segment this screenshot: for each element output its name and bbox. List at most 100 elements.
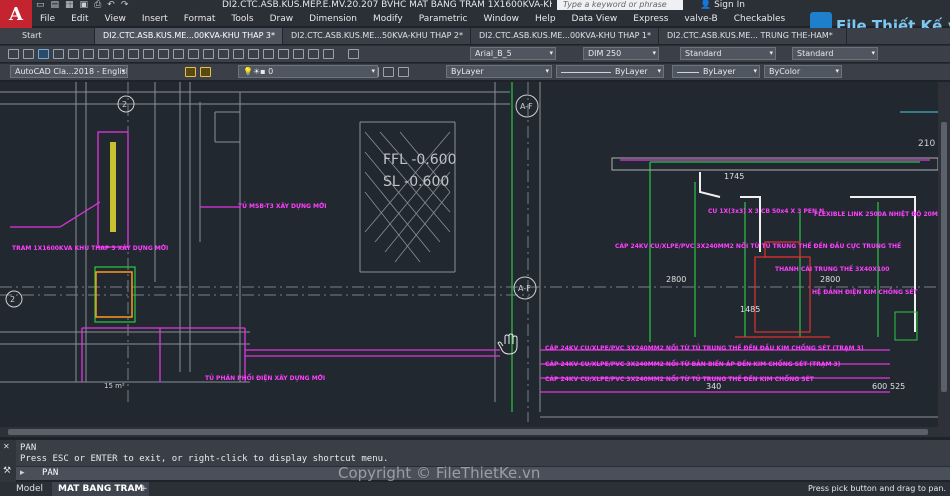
new-icon[interactable]: ▭ <box>36 0 45 10</box>
design-center-icon[interactable] <box>248 49 259 59</box>
dimension-text: 1745 2800 2800 1485 340 600 525 <box>666 172 905 391</box>
chevron-down-icon: ▾ <box>652 49 656 57</box>
multileader-style-select[interactable]: Standard ▾ <box>792 47 878 60</box>
undo-icon[interactable]: ↶ <box>107 0 115 10</box>
tab-doc-thap2[interactable]: DI2.CTC.ASB.KUS.ME...50KVA-KHU THAP 2* <box>283 28 471 44</box>
print-icon[interactable]: ⎙ <box>94 0 101 10</box>
text-style-select[interactable]: Arial_B_5 ▾ <box>470 47 556 60</box>
menu-tools[interactable]: Tools <box>223 14 261 24</box>
chevron-down-icon: ▾ <box>371 67 375 75</box>
svg-text:CÁP 24KV CU/XLPE/PVC 3X240MM2: CÁP 24KV CU/XLPE/PVC 3X240MM2 NỐI TỪ TỦ … <box>545 375 815 383</box>
tab-doc-thap3[interactable]: DI2.CTC.ASB.KUS.ME...00KVA-KHU THAP 3* <box>95 28 283 44</box>
save-icon[interactable]: ▦ <box>65 0 74 10</box>
svg-text:2: 2 <box>122 100 127 109</box>
scroll-thumb[interactable] <box>8 429 928 435</box>
workspace-select[interactable]: AutoCAD Cla...2018 - English ▾ <box>10 65 128 78</box>
grid-bubble: 210 <box>918 139 935 149</box>
menu-valve-b[interactable]: valve-B <box>676 14 725 24</box>
drawing-canvas[interactable]: FFL -0.600 SL -0.600 A-F A-F 2 2 210 174… <box>0 82 938 427</box>
paste-icon[interactable] <box>113 49 124 59</box>
redo-icon[interactable] <box>158 49 169 59</box>
zoom-realtime-icon[interactable] <box>188 49 199 59</box>
layer-iso-icon[interactable] <box>383 67 394 77</box>
menu-parametric[interactable]: Parametric <box>411 14 476 24</box>
level-ffl: FFL -0.600 <box>383 152 457 168</box>
cable-routing <box>10 131 930 393</box>
user-icon: 👤 <box>700 0 712 10</box>
open-icon[interactable] <box>23 49 34 59</box>
chevron-down-icon: ▾ <box>871 49 875 57</box>
menu-dimension[interactable]: Dimension <box>301 14 365 24</box>
help-icon[interactable] <box>323 49 334 59</box>
layer-match-icon[interactable] <box>398 67 409 77</box>
lineweight-select[interactable]: ByLayer ▾ <box>672 65 760 78</box>
match-properties-icon[interactable] <box>128 49 139 59</box>
dim-style-select[interactable]: DIM 250 ▾ <box>583 47 659 60</box>
tab-doc-ham[interactable]: DI2.CTC.ASB.KUS.ME... TRUNG THE-HAM* <box>659 28 847 44</box>
copy-icon[interactable] <box>98 49 109 59</box>
cut-icon[interactable] <box>83 49 94 59</box>
menu-checkables[interactable]: Checkables <box>726 14 793 24</box>
svg-text:FLEXIBLE LINK 2500A NHIỆT ĐỘ 2: FLEXIBLE LINK 2500A NHIỆT ĐỘ 20MA <box>814 210 938 218</box>
open-icon[interactable]: ▤ <box>51 0 60 10</box>
linetype-select[interactable]: ByLayer ▾ <box>556 65 664 78</box>
command-window-handle[interactable]: ✕ ⚒ <box>0 440 16 482</box>
zoom-window-icon[interactable] <box>203 49 214 59</box>
saveas-icon[interactable]: ▣ <box>80 0 89 10</box>
menu-insert[interactable]: Insert <box>134 14 176 24</box>
chevron-down-icon: ▾ <box>753 67 757 75</box>
print-icon[interactable] <box>53 49 64 59</box>
chevron-down-icon: ▾ <box>835 67 839 75</box>
close-icon[interactable]: ✕ <box>3 442 10 451</box>
tool-palettes-icon[interactable] <box>263 49 274 59</box>
tab-model[interactable]: Model <box>10 482 49 496</box>
layer-select[interactable]: 💡☀▪ 0 ▾ <box>238 65 378 78</box>
add-layout-button[interactable]: + <box>134 482 154 496</box>
tab-doc-thap1[interactable]: DI2.CTC.ASB.KUS.ME...00KVA-KHU THAP 1* <box>471 28 659 44</box>
save-icon[interactable] <box>38 49 49 59</box>
pan-icon[interactable] <box>173 49 184 59</box>
plotstyle-select[interactable]: ByColor ▾ <box>764 65 842 78</box>
menu-format[interactable]: Format <box>176 14 224 24</box>
layer-state-icon[interactable] <box>200 67 211 77</box>
pan-cursor-icon <box>497 333 518 355</box>
zoom-previous-icon[interactable] <box>218 49 229 59</box>
new-icon[interactable] <box>8 49 19 59</box>
svg-text:600: 600 <box>872 382 887 391</box>
command-history-line: PAN <box>20 443 37 453</box>
scroll-thumb[interactable] <box>941 122 947 392</box>
menu-help[interactable]: Help <box>527 14 564 24</box>
redo-icon[interactable]: ↷ <box>121 0 129 10</box>
table-style-select[interactable]: Standard ▾ <box>680 47 776 60</box>
svg-text:TỦ PHÂN PHỐI ĐIỆN XÂY DỰNG MỚI: TỦ PHÂN PHỐI ĐIỆN XÂY DỰNG MỚI <box>205 374 325 382</box>
text-style-icon[interactable] <box>348 49 359 59</box>
menu-modify[interactable]: Modify <box>365 14 411 24</box>
menu-data-view[interactable]: Data View <box>564 14 626 24</box>
layer-properties-icon[interactable] <box>185 67 196 77</box>
customize-wrench-icon[interactable]: ⚒ <box>3 466 11 476</box>
sign-in-link[interactable]: 👤 Sign In <box>700 0 745 10</box>
tab-start[interactable]: Start <box>0 28 95 44</box>
markup-icon[interactable] <box>293 49 304 59</box>
menu-express[interactable]: Express <box>625 14 676 24</box>
properties-icon[interactable] <box>233 49 244 59</box>
menu-window[interactable]: Window <box>476 14 528 24</box>
menu-draw[interactable]: Draw <box>262 14 302 24</box>
level-sl: SL -0.600 <box>383 174 449 190</box>
horizontal-scrollbar[interactable] <box>0 427 950 437</box>
preview-icon[interactable] <box>68 49 79 59</box>
menu-file[interactable]: File <box>32 14 63 24</box>
panel-section <box>110 142 116 232</box>
search-input[interactable]: Type a keyword or phrase <box>557 0 683 10</box>
sheet-set-icon[interactable] <box>278 49 289 59</box>
calculator-icon[interactable] <box>308 49 319 59</box>
menu-view[interactable]: View <box>97 14 134 24</box>
autocad-app-button[interactable]: A <box>0 0 32 28</box>
color-select[interactable]: ByLayer ▾ <box>446 65 552 78</box>
vertical-scrollbar[interactable] <box>938 82 950 427</box>
svg-text:340: 340 <box>706 382 721 391</box>
chevron-down-icon: ▾ <box>657 67 661 75</box>
svg-text:2: 2 <box>10 295 15 304</box>
undo-icon[interactable] <box>143 49 154 59</box>
menu-edit[interactable]: Edit <box>63 14 96 24</box>
